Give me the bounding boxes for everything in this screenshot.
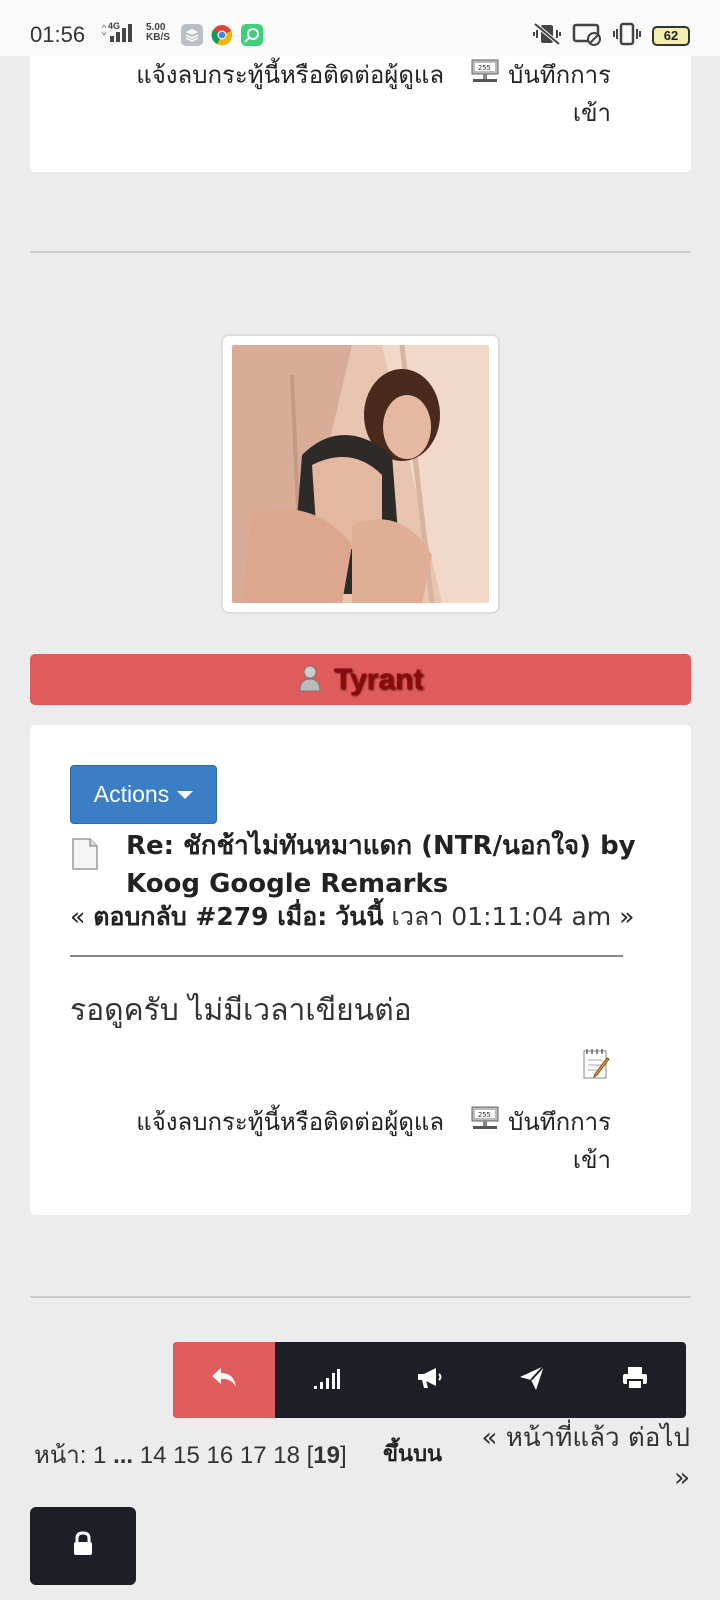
server-icon: 255 <box>470 56 500 132</box>
lock-topic-button[interactable] <box>30 1507 136 1585</box>
svg-text:255: 255 <box>478 1111 491 1119</box>
notify-button[interactable] <box>378 1342 481 1418</box>
status-bar: 01:56 4G 5.00 KB/S 62 <box>0 0 720 56</box>
prev-next-links[interactable]: « หน้าที่แล้ว ต่อไป» <box>460 1418 690 1498</box>
post-time: เวลา 01:11:04 am <box>391 902 612 931</box>
vibrate-icon <box>612 22 642 50</box>
post-day: วันนี้ <box>335 902 384 931</box>
post-footer: แจ้งลบกระทู้นี้หรือติดต่อผู้ดูแล 255 บัน… <box>136 56 611 132</box>
layers-app-icon <box>181 24 203 46</box>
net-speed: 5.00 KB/S <box>146 22 170 43</box>
vibrate-off-icon <box>532 22 562 50</box>
clock: 01:56 <box>30 22 86 47</box>
login-log-link[interactable]: 255 บันทึกการ เข้า <box>470 1103 611 1179</box>
page-ellipsis[interactable]: ... <box>113 1442 133 1469</box>
status-icons: 62 <box>532 22 690 50</box>
reply-button[interactable] <box>173 1342 275 1418</box>
topic-toolbar <box>173 1342 686 1418</box>
report-link[interactable]: แจ้งลบกระทู้นี้หรือติดต่อผู้ดูแล <box>136 56 444 132</box>
svg-text:255: 255 <box>478 64 491 72</box>
post-header: Re: ชักช้าไม่ทันหมาแดก (NTR/นอกใจ) by Koo… <box>70 827 650 903</box>
signal-icon <box>312 1366 341 1394</box>
page-link[interactable]: 1 <box>93 1442 106 1469</box>
pagination: หน้า: 1 ... 14 15 16 17 18 [19] <box>34 1442 347 1469</box>
edit-note-icon[interactable] <box>581 1047 613 1085</box>
login-log-link[interactable]: 255 บันทึกการ เข้า <box>470 56 611 132</box>
author-bar: Tyrant <box>30 654 691 705</box>
current-page: 19 <box>313 1442 340 1469</box>
document-icon <box>70 827 100 903</box>
post-card: Actions Re: ชักช้าไม่ทันหมาแดก (NTR/นอกใ… <box>30 725 691 1215</box>
poll-button[interactable] <box>275 1342 378 1418</box>
pagination-label: หน้า: <box>34 1442 87 1469</box>
svg-text:4G: 4G <box>108 21 120 31</box>
report-link[interactable]: แจ้งลบกระทู้นี้หรือติดต่อผู้ดูแล <box>136 1103 444 1179</box>
post-divider <box>70 955 623 957</box>
post-footer: แจ้งลบกระทู้นี้หรือติดต่อผู้ดูแล 255 บัน… <box>136 1103 611 1179</box>
user-icon <box>298 664 322 696</box>
cast-off-icon <box>572 22 602 50</box>
avatar-image <box>232 345 489 603</box>
post-body: รอดูครับ ไม่มีเวลาเขียนต่อ <box>70 993 412 1028</box>
page-links[interactable]: 14 15 16 17 18 <box>140 1442 300 1469</box>
divider <box>30 251 691 253</box>
battery-icon: 62 <box>652 26 690 46</box>
actions-label: Actions <box>93 781 170 807</box>
reply-icon <box>209 1365 239 1395</box>
print-button[interactable] <box>583 1342 686 1418</box>
signal-strength-icon: 4G <box>100 20 140 48</box>
send-icon <box>518 1364 546 1396</box>
lock-icon <box>72 1531 94 1561</box>
actions-button[interactable]: Actions <box>70 765 217 824</box>
chrome-icon <box>211 24 233 46</box>
print-icon <box>621 1365 649 1395</box>
send-button[interactable] <box>481 1342 584 1418</box>
avatar[interactable] <box>221 334 500 614</box>
previous-post-card: แจ้งลบกระทู้นี้หรือติดต่อผู้ดูแล 255 บัน… <box>30 40 691 172</box>
go-top-link[interactable]: ขึ้นบน <box>383 1436 442 1471</box>
megaphone-icon <box>414 1365 444 1395</box>
post-meta: « ตอบกลับ #279 เมื่อ: วันนี้ เวลา 01:11:… <box>70 902 635 931</box>
caret-down-icon <box>177 790 194 799</box>
author-name[interactable]: Tyrant <box>334 663 423 697</box>
post-title[interactable]: Re: ชักช้าไม่ทันหมาแดก (NTR/นอกใจ) by Koo… <box>126 827 636 903</box>
reply-number[interactable]: ตอบกลับ #279 เมื่อ: <box>93 902 327 931</box>
server-icon: 255 <box>470 1103 500 1179</box>
app-icon <box>241 24 263 46</box>
divider <box>30 1296 691 1298</box>
